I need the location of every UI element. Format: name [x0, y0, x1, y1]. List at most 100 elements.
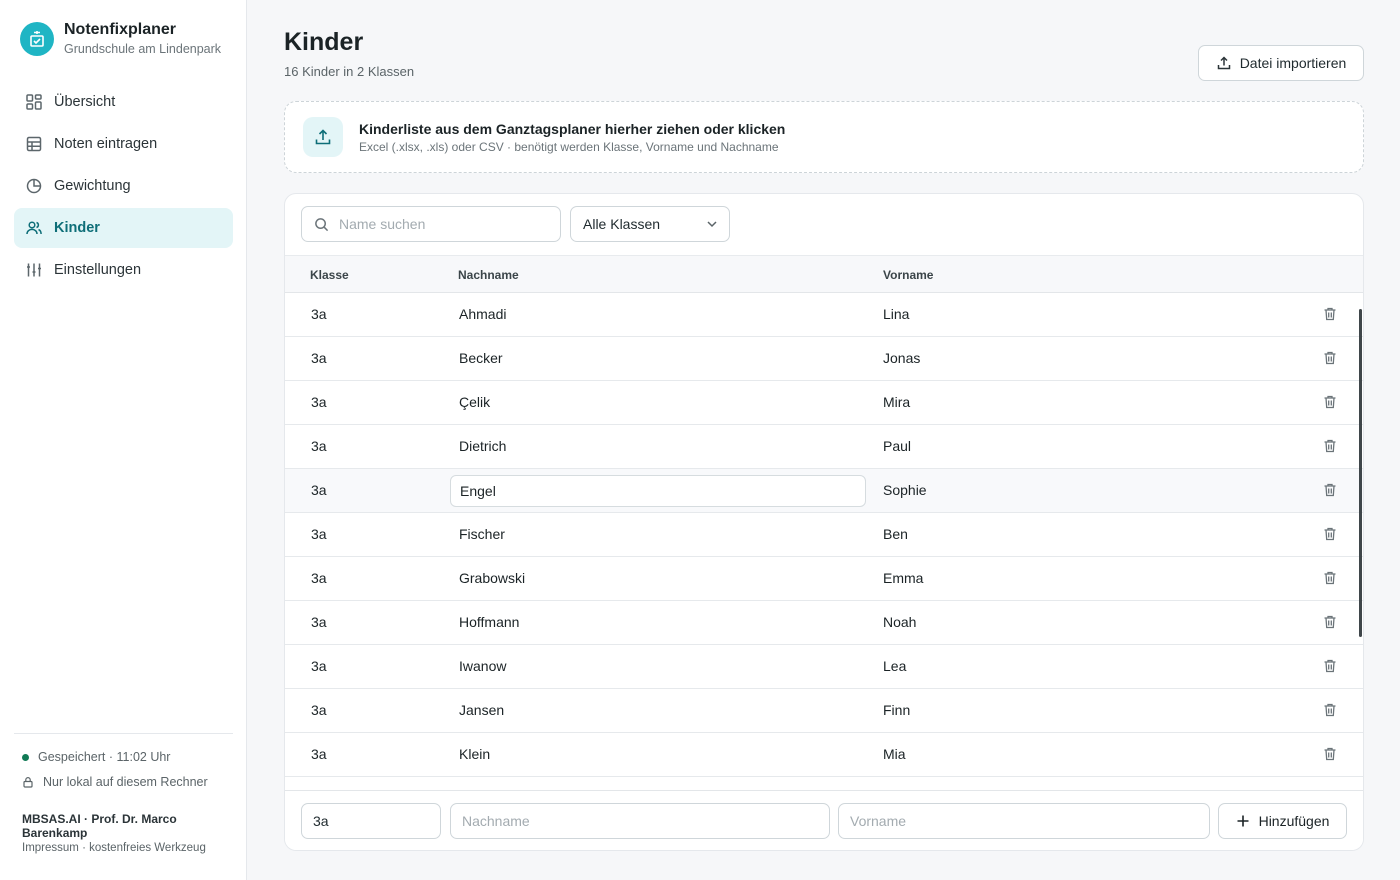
cell-vorname[interactable]: Lea [883, 658, 906, 674]
delete-row-button[interactable] [1322, 350, 1340, 368]
sidebar-nav: Übersicht Noten eintragen Gewichtung Kin… [14, 82, 233, 292]
cell-klasse[interactable]: 3a [311, 306, 327, 322]
cell-klasse[interactable]: 3a [311, 658, 327, 674]
saved-dot-icon [22, 753, 29, 761]
add-child-bar: Hinzufügen [285, 790, 1363, 850]
table-scrollbar[interactable] [1359, 309, 1362, 637]
search-box[interactable] [301, 206, 561, 242]
delete-row-button[interactable] [1322, 394, 1340, 412]
children-table-card: Alle Klassen Klasse Nachname Vorname 3a … [284, 193, 1364, 851]
table-row: 3a Klein Mia [285, 733, 1363, 777]
cell-nachname[interactable]: Hoffmann [450, 607, 866, 639]
sidebar-item-label: Einstellungen [54, 262, 142, 278]
cell-klasse[interactable]: 3a [311, 482, 327, 498]
sidebar-item-noten-eintragen[interactable]: Noten eintragen [14, 124, 233, 164]
cell-vorname[interactable]: Lina [883, 306, 909, 322]
class-filter-select[interactable]: Alle Klassen [570, 206, 730, 242]
storage-status: Nur lokal auf diesem Rechner [22, 773, 233, 791]
add-child-button[interactable]: Hinzufügen [1218, 803, 1347, 839]
cell-nachname[interactable]: Klein [450, 739, 866, 771]
cell-nachname-editing[interactable]: Engel [450, 475, 866, 507]
cell-vorname[interactable]: Jonas [883, 350, 920, 366]
cell-klasse[interactable]: 3a [311, 746, 327, 762]
trash-icon [1324, 615, 1336, 629]
add-nachname-input[interactable] [450, 803, 830, 839]
table-row: 3a Çelik Mira [285, 381, 1363, 425]
cell-klasse[interactable]: 3a [311, 394, 327, 410]
search-input[interactable] [339, 216, 539, 232]
save-status: Gespeichert · 11:02 Uhr [22, 748, 233, 766]
cell-vorname[interactable]: Noah [883, 614, 916, 630]
cell-nachname[interactable]: Becker [450, 343, 866, 375]
cell-vorname[interactable]: Emma [883, 570, 923, 586]
cell-klasse[interactable]: 3a [311, 350, 327, 366]
delete-row-button[interactable] [1322, 702, 1340, 720]
app-name: Notenfixplaner [64, 21, 177, 38]
delete-row-button[interactable] [1322, 482, 1340, 500]
sidebar-status: Gespeichert · 11:02 Uhr Nur lokal auf di… [14, 733, 233, 791]
cell-nachname[interactable]: Fischer [450, 519, 866, 551]
cell-nachname[interactable]: Dietrich [450, 431, 866, 463]
cell-nachname[interactable]: Ahmadi [450, 299, 866, 331]
cell-vorname[interactable]: Sophie [883, 482, 927, 498]
trash-icon [1324, 395, 1336, 409]
delete-row-button[interactable] [1322, 306, 1340, 324]
cell-nachname[interactable]: Çelik [450, 387, 866, 419]
add-vorname-input[interactable] [838, 803, 1210, 839]
cell-klasse[interactable]: 3a [311, 614, 327, 630]
cell-vorname[interactable]: Mira [883, 394, 910, 410]
table-row: 3a Becker Jonas [285, 337, 1363, 381]
lock-icon [23, 777, 33, 788]
sidebar-item-einstellungen[interactable]: Einstellungen [14, 250, 233, 290]
trash-icon [1324, 703, 1336, 717]
cell-klasse[interactable]: 3a [311, 526, 327, 542]
cell-nachname[interactable]: Grabowski [450, 563, 866, 595]
delete-row-button[interactable] [1322, 438, 1340, 456]
cell-nachname[interactable]: Iwanow [450, 651, 866, 683]
trash-icon [1324, 483, 1336, 497]
credit-links[interactable]: Impressum · kostenfreies Werkzeug [22, 841, 222, 855]
column-header-klasse[interactable]: Klasse [310, 268, 349, 282]
cell-klasse[interactable]: 3a [311, 438, 327, 454]
cell-vorname[interactable]: Paul [883, 438, 911, 454]
file-dropzone[interactable]: Kinderliste aus dem Ganztagsplaner hierh… [284, 101, 1364, 173]
sliders-icon [27, 263, 41, 277]
trash-icon [1324, 659, 1336, 673]
cell-vorname[interactable]: Mia [883, 746, 906, 762]
import-file-label: Datei importieren [1239, 55, 1347, 71]
sidebar-item-uebersicht[interactable]: Übersicht [14, 82, 233, 122]
upload-icon [1217, 56, 1230, 70]
sidebar-item-kinder[interactable]: Kinder [14, 208, 233, 248]
delete-row-button[interactable] [1322, 746, 1340, 764]
trash-icon [1324, 307, 1336, 321]
credit-author: MBSAS.AI · Prof. Dr. Marco Barenkamp [22, 812, 177, 840]
column-header-vorname[interactable]: Vorname [883, 268, 933, 282]
sidebar-item-gewichtung[interactable]: Gewichtung [14, 166, 233, 206]
cell-nachname[interactable]: Jansen [450, 695, 866, 727]
dropzone-icon-wrap [303, 117, 343, 157]
table-row: 3a Engel Sophie [285, 469, 1363, 513]
delete-row-button[interactable] [1322, 526, 1340, 544]
delete-row-button[interactable] [1322, 614, 1340, 632]
sidebar-item-label: Kinder [54, 220, 100, 236]
search-icon [315, 217, 329, 231]
sidebar-item-label: Noten eintragen [54, 136, 158, 152]
school-name: Grundschule am Lindenpark [64, 42, 222, 56]
school-logo-icon [20, 21, 54, 56]
cell-vorname[interactable]: Ben [883, 526, 908, 542]
cell-klasse[interactable]: 3a [311, 702, 327, 718]
plus-icon [1237, 815, 1249, 827]
import-file-button[interactable]: Datei importieren [1198, 45, 1364, 81]
storage-status-text: Nur lokal auf diesem Rechner [43, 775, 208, 789]
dropzone-subtitle: Excel (.xlsx, .xls) oder CSV · benötigt … [359, 139, 779, 154]
column-header-nachname[interactable]: Nachname [458, 268, 519, 282]
table-row: 3a Fischer Ben [285, 513, 1363, 557]
delete-row-button[interactable] [1322, 658, 1340, 676]
cell-klasse[interactable]: 3a [311, 570, 327, 586]
cell-vorname[interactable]: Finn [883, 702, 910, 718]
trash-icon [1324, 351, 1336, 365]
upload-icon [315, 129, 331, 145]
add-klasse-input[interactable] [301, 803, 441, 839]
delete-row-button[interactable] [1322, 570, 1340, 588]
table-row: 3a Jansen Finn [285, 689, 1363, 733]
